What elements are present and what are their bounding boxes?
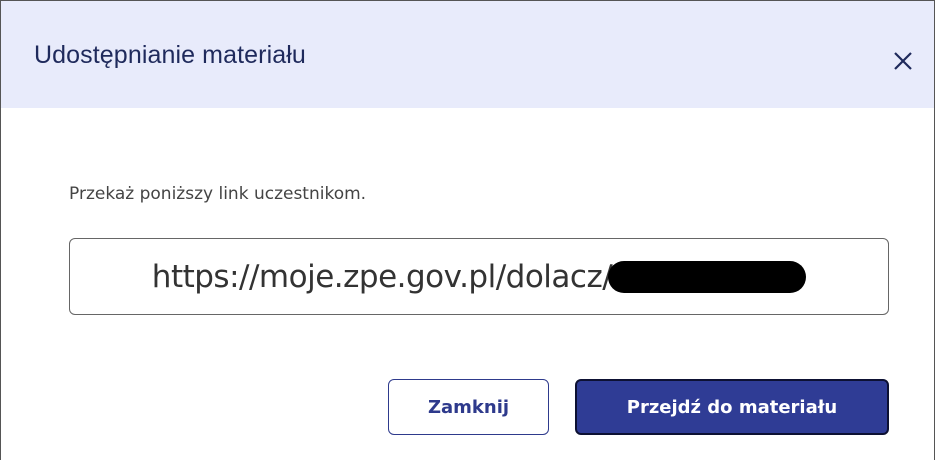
redaction-mark (608, 260, 807, 293)
close-dialog-button[interactable]: Zamknij (388, 379, 549, 435)
dialog-title: Udostępnianie materiału (34, 41, 306, 69)
share-link-value: https://moje.zpe.gov.pl/dolacz/ (151, 258, 807, 295)
share-link-field[interactable]: https://moje.zpe.gov.pl/dolacz/ (69, 238, 889, 315)
share-material-dialog: Udostępnianie materiału Przekaż poniższy… (0, 0, 935, 460)
instruction-text: Przekaż poniższy link uczestnikom. (69, 184, 367, 204)
go-to-material-button[interactable]: Przejdź do materiału (575, 379, 889, 435)
share-link-text: https://moje.zpe.gov.pl/dolacz/ (151, 258, 613, 295)
dialog-header: Udostępnianie materiału (1, 1, 934, 108)
close-button[interactable] (885, 43, 921, 79)
close-icon (894, 52, 912, 70)
